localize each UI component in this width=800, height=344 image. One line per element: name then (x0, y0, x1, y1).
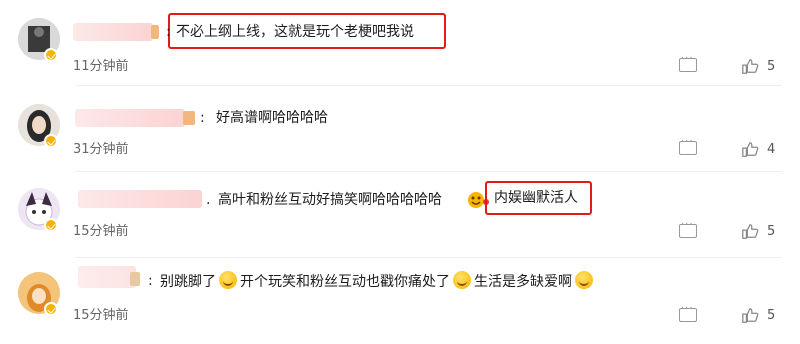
comment-icon[interactable] (679, 53, 697, 72)
smile-emoji-icon (219, 271, 237, 289)
username-badge (151, 25, 159, 39)
verified-badge-icon (44, 134, 58, 148)
comment-item-3: . 高叶和粉丝互动好搞笑啊哈哈哈哈哈 内娱幽默活人 15分钟前 5 (0, 172, 800, 258)
verified-badge-icon (44, 302, 58, 316)
username-badge (130, 272, 140, 286)
comment-separator: : (166, 24, 171, 40)
comment-time: 15分钟前 (73, 224, 129, 239)
thumbs-up-icon[interactable] (741, 222, 759, 240)
thumbs-up-icon[interactable] (741, 57, 759, 75)
blurred-username[interactable] (78, 190, 202, 208)
comment-item-1: : 不必上纲上线，这就是玩个老梗吧我说 11分钟前 5 (0, 0, 800, 86)
comment-text-part3: 生活是多缺爱啊 (474, 274, 572, 290)
verified-badge-icon (44, 48, 58, 62)
comment-icon[interactable] (679, 136, 697, 155)
comment-time: 11分钟前 (73, 59, 129, 74)
blurred-username[interactable] (75, 109, 185, 127)
comment-separator: : (148, 273, 153, 289)
comment-item-4: : 别跳脚了 开个玩笑和粉丝互动也戳你痛处了 生活是多缺爱啊 15分钟前 5 (0, 258, 800, 344)
thumbs-up-icon[interactable] (741, 140, 759, 158)
blurred-username[interactable] (78, 266, 136, 288)
like-count: 4 (767, 142, 776, 157)
comment-text: 好高谱啊哈哈哈哈 (216, 110, 328, 126)
comment-separator: . (206, 192, 211, 208)
comment-separator: : (200, 110, 205, 126)
comment-text: 别跳脚了 开个玩笑和粉丝互动也戳你痛处了 生活是多缺爱啊 (160, 271, 596, 292)
comment-icon[interactable] (679, 219, 697, 238)
thumbs-up-icon[interactable] (741, 306, 759, 324)
comment-text: 不必上纲上线，这就是玩个老梗吧我说 (176, 24, 414, 40)
highlight-text: 内娱幽默活人 (494, 190, 578, 206)
like-count: 5 (767, 224, 776, 239)
smile-emoji-icon (575, 271, 593, 289)
username-badge (183, 111, 195, 125)
like-count: 5 (767, 59, 776, 74)
like-count: 5 (767, 308, 776, 323)
comment-text-part1: 别跳脚了 (160, 274, 216, 290)
smile-emoji-icon (453, 271, 471, 289)
comment-text: 高叶和粉丝互动好搞笑啊哈哈哈哈哈 (218, 192, 442, 208)
verified-badge-icon (44, 218, 58, 232)
comment-time: 15分钟前 (73, 308, 129, 323)
comment-item-2: : 好高谱啊哈哈哈哈 31分钟前 4 (0, 86, 800, 172)
comment-icon[interactable] (679, 303, 697, 322)
comment-time: 31分钟前 (73, 142, 129, 157)
comment-text-part2: 开个玩笑和粉丝互动也戳你痛处了 (240, 274, 450, 290)
blurred-username[interactable] (73, 23, 153, 41)
